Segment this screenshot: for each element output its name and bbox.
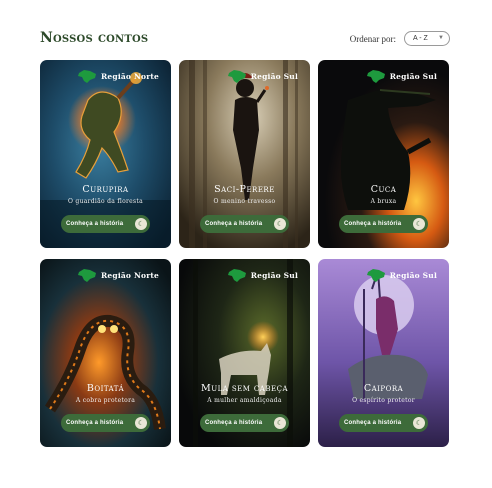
story-subtitle: O menino travesso bbox=[213, 198, 276, 205]
story-name: Cuca bbox=[370, 184, 397, 195]
read-story-label: Conheça a história bbox=[344, 221, 402, 227]
brazil-map-icon bbox=[77, 269, 96, 282]
story-card-mula-sem-cabeca[interactable]: Região Sul Mula sem cabeça A mulher amal… bbox=[179, 259, 310, 447]
read-story-button[interactable]: Conheça a história ☾ bbox=[339, 414, 428, 432]
story-subtitle: O guardião da floresta bbox=[68, 198, 143, 205]
story-card-saci-perere[interactable]: Região Sul Saci-Perere O menino travesso… bbox=[179, 60, 310, 248]
region-label: Região Sul bbox=[250, 270, 298, 280]
book-icon: ☾ bbox=[413, 417, 425, 429]
brazil-map-icon bbox=[77, 70, 96, 83]
read-story-button[interactable]: Conheça a história ☾ bbox=[61, 414, 150, 432]
region-label: Região Norte bbox=[100, 71, 159, 81]
region-label: Região Sul bbox=[389, 270, 437, 280]
book-icon: ☾ bbox=[274, 417, 286, 429]
story-card-boitata[interactable]: Região Norte Boitatá A cobra protetora C… bbox=[40, 259, 171, 447]
region-label: Região Norte bbox=[100, 270, 159, 280]
sort-control: Ordenar por: A - Z ▼ bbox=[350, 31, 450, 46]
brazil-map-icon bbox=[366, 70, 385, 83]
region-label: Região Sul bbox=[389, 71, 437, 81]
read-story-label: Conheça a história bbox=[66, 420, 124, 426]
region-badge: Região Sul bbox=[226, 267, 298, 283]
region-badge: Região Sul bbox=[365, 68, 437, 84]
region-badge: Região Sul bbox=[226, 68, 298, 84]
story-name: Caipora bbox=[363, 383, 404, 394]
sort-select[interactable]: A - Z ▼ bbox=[404, 31, 450, 46]
read-story-label: Conheça a história bbox=[344, 420, 402, 426]
region-badge: Região Norte bbox=[76, 267, 159, 283]
story-name: Curupira bbox=[82, 184, 129, 195]
book-icon: ☾ bbox=[413, 218, 425, 230]
read-story-button[interactable]: Conheça a história ☾ bbox=[200, 414, 289, 432]
story-name: Saci-Perere bbox=[214, 184, 275, 195]
page-header: Nossos contos Ordenar por: A - Z ▼ bbox=[40, 24, 450, 54]
story-subtitle: O espírito protetor bbox=[352, 397, 415, 404]
page-title: Nossos contos bbox=[40, 30, 149, 46]
read-story-button[interactable]: Conheça a história ☾ bbox=[200, 215, 289, 233]
chevron-down-icon: ▼ bbox=[438, 35, 444, 41]
book-icon: ☾ bbox=[274, 218, 286, 230]
story-card-curupira[interactable]: Região Norte Curupira O guardião da flor… bbox=[40, 60, 171, 248]
book-icon: ☾ bbox=[135, 417, 147, 429]
region-badge: Região Sul bbox=[365, 267, 437, 283]
story-subtitle: A mulher amaldiçoada bbox=[207, 397, 282, 404]
brazil-map-icon bbox=[366, 269, 385, 282]
story-subtitle: A cobra protetora bbox=[75, 397, 136, 404]
read-story-label: Conheça a história bbox=[205, 221, 263, 227]
book-icon: ☾ bbox=[135, 218, 147, 230]
region-badge: Região Norte bbox=[76, 68, 159, 84]
story-card-cuca[interactable]: Região Sul Cuca A bruxa Conheça a histór… bbox=[318, 60, 449, 248]
sort-select-value: A - Z bbox=[413, 35, 428, 42]
brazil-map-icon bbox=[227, 269, 246, 282]
read-story-button[interactable]: Conheça a história ☾ bbox=[61, 215, 150, 233]
sort-label: Ordenar por: bbox=[349, 33, 396, 44]
read-story-label: Conheça a história bbox=[205, 420, 263, 426]
story-name: Boitatá bbox=[86, 383, 125, 394]
story-name: Mula sem cabeça bbox=[200, 383, 289, 394]
region-label: Região Sul bbox=[250, 71, 298, 81]
story-subtitle: A bruxa bbox=[370, 198, 397, 205]
read-story-button[interactable]: Conheça a história ☾ bbox=[339, 215, 428, 233]
story-card-caipora[interactable]: Região Sul Caipora O espírito protetor C… bbox=[318, 259, 449, 447]
read-story-label: Conheça a história bbox=[66, 221, 124, 227]
brazil-map-icon bbox=[227, 70, 246, 83]
